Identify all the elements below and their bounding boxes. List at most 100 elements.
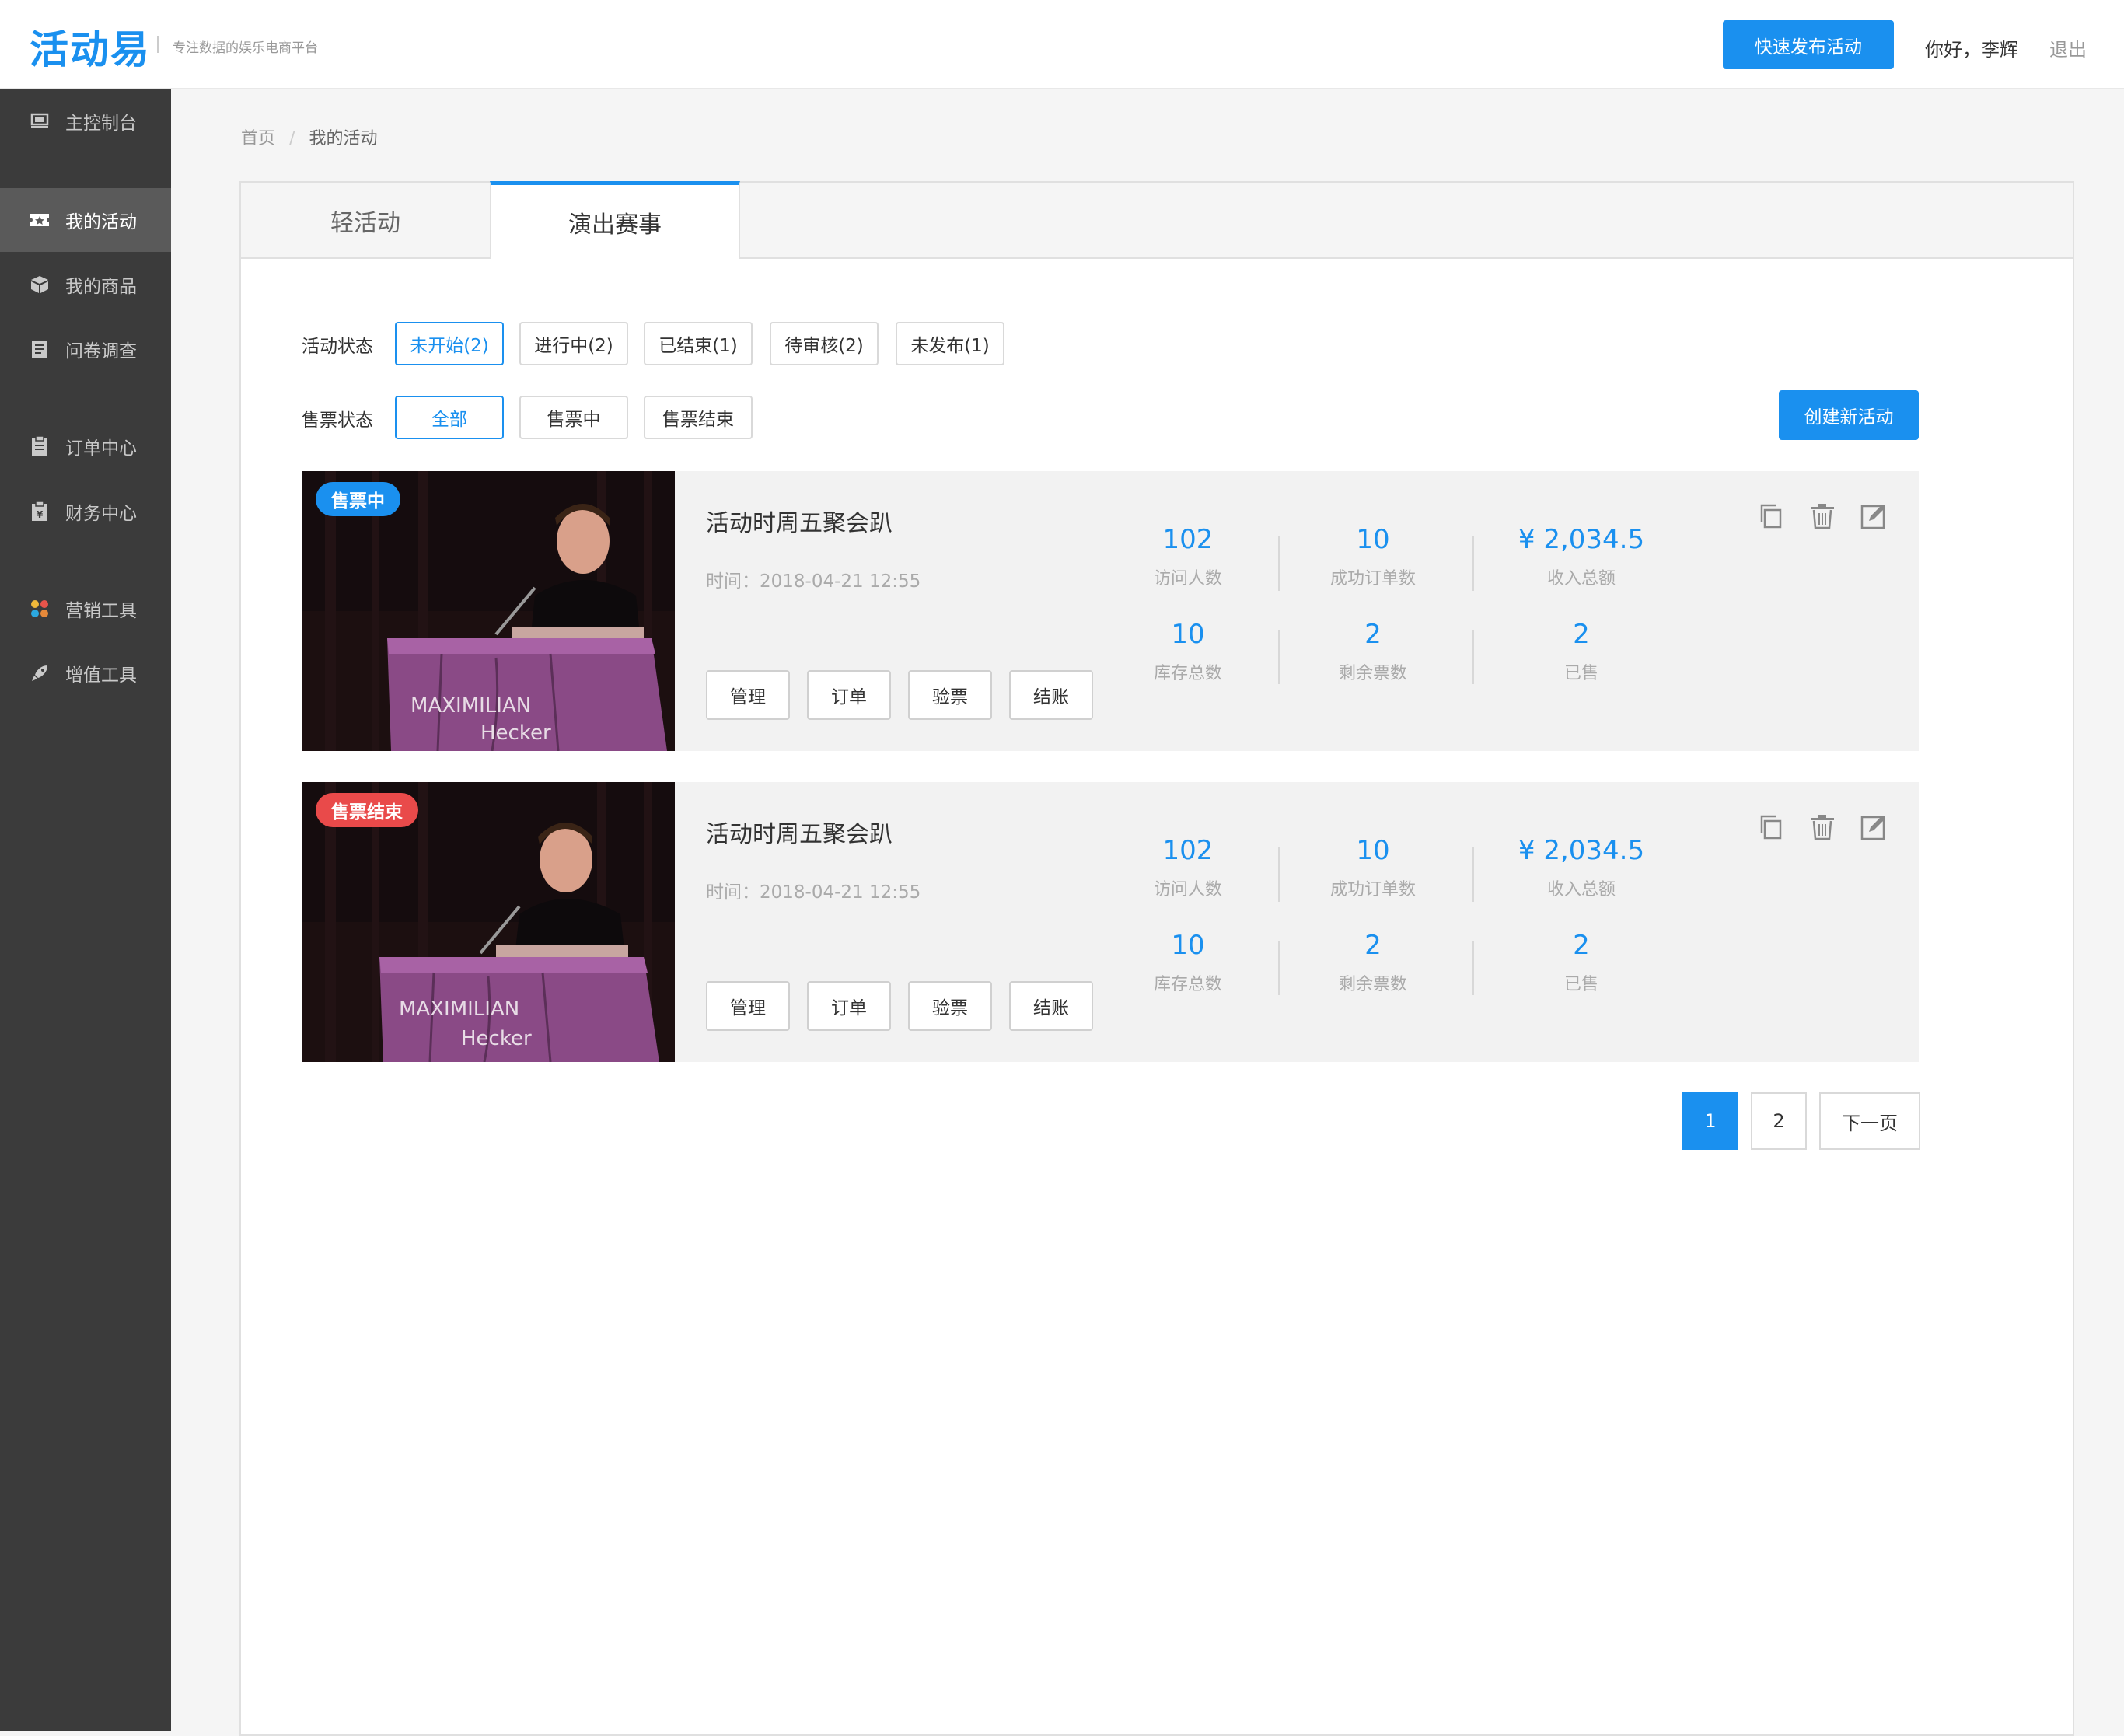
sidebar-item-label: 增值工具 — [65, 665, 137, 686]
manage-button[interactable]: 管理 — [706, 670, 790, 720]
check-ticket-button[interactable]: 验票 — [908, 670, 992, 720]
monitor-icon — [30, 111, 50, 131]
sales-filter-on-sale[interactable]: 售票中 — [519, 396, 628, 439]
delete-icon[interactable] — [1808, 813, 1836, 841]
svg-text:¥: ¥ — [37, 509, 44, 520]
breadcrumb-home[interactable]: 首页 — [241, 129, 275, 148]
stat-label: 已售 — [1563, 664, 1598, 683]
stat-label: 收入总额 — [1546, 569, 1616, 589]
divider — [1472, 536, 1474, 591]
stat-remaining: 2 剩余票数 — [1287, 930, 1459, 995]
stat-label: 库存总数 — [1153, 664, 1222, 683]
event-thumbnail[interactable]: MAXIMILIAN Hecker 售票中 — [302, 471, 675, 751]
user-greeting: 你好，李辉 — [1925, 39, 2018, 61]
logo[interactable]: 活动易 — [30, 19, 151, 75]
event-title[interactable]: 活动时周五聚会趴 — [706, 504, 893, 538]
delete-icon[interactable] — [1808, 502, 1836, 530]
stat-sold: 2 已售 — [1496, 930, 1667, 995]
copy-icon[interactable] — [1757, 502, 1785, 530]
stat-sold: 2 已售 — [1496, 619, 1667, 684]
stat-value: 2 — [1573, 930, 1590, 961]
rocket-icon — [30, 663, 50, 683]
stat-inventory: 10 库存总数 — [1102, 930, 1273, 995]
breadcrumb: 首页 / 我的活动 — [241, 124, 377, 149]
activity-filter-ended[interactable]: 已结束(1) — [644, 322, 753, 365]
activity-filter-unpublished[interactable]: 未发布(1) — [896, 322, 1004, 365]
create-activity-button[interactable]: 创建新活动 — [1779, 390, 1919, 440]
sidebar-item-my-products[interactable]: 我的商品 — [0, 253, 171, 316]
stat-orders: 10 成功订单数 — [1287, 835, 1459, 900]
activity-filter-ongoing[interactable]: 进行中(2) — [519, 322, 628, 365]
divider — [1278, 941, 1280, 995]
sidebar-item-label: 财务中心 — [65, 504, 137, 524]
divider — [1278, 536, 1280, 591]
event-card: MAXIMILIAN Hecker 售票结束 活动时周五聚会趴 时间：2018-… — [302, 782, 1919, 1062]
sidebar-item-survey[interactable]: 问卷调查 — [0, 317, 171, 381]
tab-light-activity[interactable]: 轻活动 — [241, 183, 491, 259]
event-title[interactable]: 活动时周五聚会趴 — [706, 815, 893, 849]
stat-value: ¥ 2,034.5 — [1518, 524, 1645, 555]
activity-status-label: 活动状态 — [302, 337, 373, 357]
event-time: 时间：2018-04-21 12:55 — [706, 882, 921, 903]
edit-icon[interactable] — [1860, 813, 1888, 841]
logout-link[interactable]: 退出 — [2049, 34, 2087, 61]
status-badge: 售票中 — [316, 482, 400, 516]
divider — [1472, 847, 1474, 902]
tab-performance-events[interactable]: 演出赛事 — [490, 181, 740, 259]
stat-value: 10 — [1171, 930, 1205, 961]
stat-value: 10 — [1356, 524, 1390, 555]
stat-label: 访问人数 — [1153, 880, 1222, 899]
sidebar-item-finance[interactable]: ¥ 财务中心 — [0, 480, 171, 543]
sidebar: 主控制台 我的活动 我的商品 问卷调查 订单中心 ¥ 财务中心 营销工具 增值工… — [0, 89, 171, 1731]
settle-button[interactable]: 结账 — [1009, 670, 1093, 720]
image-caption: Hecker — [461, 1027, 532, 1050]
activity-filter-not-started[interactable]: 未开始(2) — [395, 322, 504, 365]
top-header: 活动易 专注数据的娱乐电商平台 快速发布活动 你好，李辉 退出 — [0, 0, 2124, 89]
sidebar-item-label: 营销工具 — [65, 601, 137, 621]
image-caption: Hecker — [480, 721, 551, 745]
clipboard-icon — [30, 436, 50, 456]
check-ticket-button[interactable]: 验票 — [908, 981, 992, 1031]
stat-value: 2 — [1364, 619, 1382, 650]
stat-value: 2 — [1573, 619, 1590, 650]
next-page-button[interactable]: 下一页 — [1819, 1092, 1920, 1150]
sidebar-item-orders[interactable]: 订单中心 — [0, 414, 171, 478]
sidebar-item-label: 我的活动 — [65, 212, 137, 232]
ticket-icon — [30, 210, 50, 230]
tagline: 专注数据的娱乐电商平台 — [173, 40, 318, 56]
page-1-button[interactable]: 1 — [1682, 1092, 1738, 1150]
grid-icon — [30, 599, 50, 619]
sales-filter-sale-ended[interactable]: 售票结束 — [644, 396, 753, 439]
stat-label: 收入总额 — [1546, 880, 1616, 899]
sidebar-item-label: 问卷调查 — [65, 341, 137, 362]
stat-value: 102 — [1162, 835, 1214, 866]
activity-filter-pending-review[interactable]: 待审核(2) — [770, 322, 879, 365]
stat-label: 剩余票数 — [1338, 975, 1407, 994]
sidebar-item-label: 我的商品 — [65, 277, 137, 297]
stat-revenue: ¥ 2,034.5 收入总额 — [1488, 524, 1675, 589]
stat-value: 2 — [1364, 930, 1382, 961]
sidebar-item-my-activities[interactable]: 我的活动 — [0, 188, 171, 252]
divider — [1278, 847, 1280, 902]
orders-button[interactable]: 订单 — [807, 670, 891, 720]
orders-button[interactable]: 订单 — [807, 981, 891, 1031]
divider — [1472, 941, 1474, 995]
page-2-button[interactable]: 2 — [1751, 1092, 1807, 1150]
sidebar-item-marketing[interactable]: 营销工具 — [0, 577, 171, 641]
quick-publish-button[interactable]: 快速发布活动 — [1723, 20, 1894, 69]
image-caption: MAXIMILIAN — [399, 997, 519, 1021]
stat-label: 成功订单数 — [1329, 569, 1416, 589]
copy-icon[interactable] — [1757, 813, 1785, 841]
sidebar-item-dashboard[interactable]: 主控制台 — [0, 89, 171, 153]
edit-icon[interactable] — [1860, 502, 1888, 530]
settle-button[interactable]: 结账 — [1009, 981, 1093, 1031]
sales-filter-all[interactable]: 全部 — [395, 396, 504, 439]
stat-value: ¥ 2,034.5 — [1518, 835, 1645, 866]
box-icon — [30, 274, 50, 295]
event-thumbnail[interactable]: MAXIMILIAN Hecker 售票结束 — [302, 782, 675, 1062]
breadcrumb-separator: / — [289, 129, 295, 148]
image-caption: MAXIMILIAN — [410, 694, 531, 718]
stat-orders: 10 成功订单数 — [1287, 524, 1459, 589]
manage-button[interactable]: 管理 — [706, 981, 790, 1031]
sidebar-item-value-added[interactable]: 增值工具 — [0, 641, 171, 705]
